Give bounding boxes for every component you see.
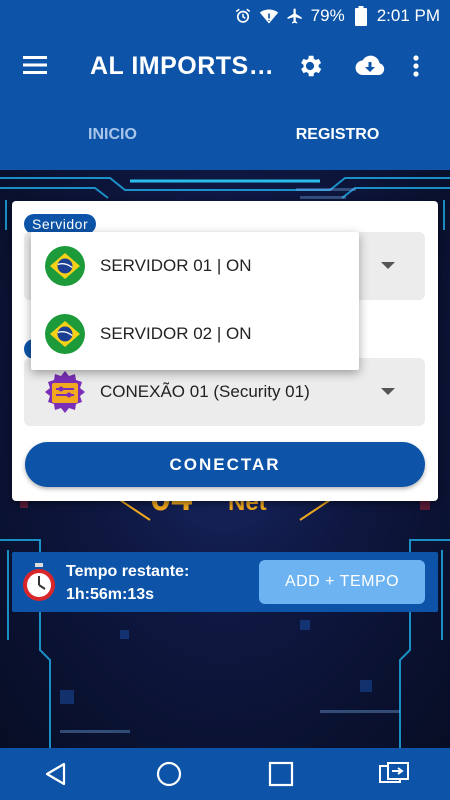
gear-plugin-icon [42, 369, 88, 415]
server-option[interactable]: SERVIDOR 01 | ON [31, 232, 359, 300]
clock: 2:01 PM [376, 6, 440, 25]
status-bar: 79% 2:01 PM [0, 0, 450, 32]
add-time-button[interactable]: ADD + TEMPO [259, 560, 425, 604]
conectar-button[interactable]: CONECTAR [25, 442, 425, 487]
time-remaining-value: 1h:56m:13s [66, 586, 155, 603]
time-remaining-label: Tempo restante: [66, 563, 190, 580]
chevron-down-icon [381, 262, 395, 269]
recents-icon[interactable] [261, 754, 301, 794]
menu-icon[interactable] [22, 52, 48, 78]
battery-icon [351, 6, 371, 26]
tab-inicio[interactable]: INICIO [0, 100, 225, 170]
settings-icon[interactable] [294, 50, 326, 82]
home-icon[interactable] [149, 754, 189, 794]
server-option[interactable]: SERVIDOR 02 | ON [31, 300, 359, 368]
battery-percent: 79% [310, 6, 345, 25]
app-title: AL IMPORTS… [90, 52, 275, 80]
cloud-download-icon[interactable] [354, 50, 386, 82]
stopwatch-icon [20, 562, 58, 602]
more-vert-icon[interactable] [406, 50, 426, 82]
tab-bar: INICIO REGISTRO [0, 100, 450, 170]
airplane-icon [285, 6, 305, 26]
app-bar: AL IMPORTS… [0, 32, 450, 100]
servidor-label: Servidor [24, 214, 97, 234]
brazil-flag-icon [45, 246, 85, 286]
connection-value: CONEXÃO 01 (Security 01) [100, 382, 310, 401]
screen-share-icon[interactable] [374, 754, 414, 794]
server-dropdown: SERVIDOR 01 | ON SERVIDOR 02 | ON [31, 232, 359, 370]
alarm-icon [233, 6, 253, 26]
wifi-icon [259, 6, 279, 26]
tab-registro[interactable]: REGISTRO [225, 100, 450, 170]
system-nav-bar [0, 748, 450, 800]
server-option-label: SERVIDOR 02 | ON [100, 324, 252, 343]
chevron-down-icon [381, 388, 395, 395]
brazil-flag-icon [45, 314, 85, 354]
back-icon[interactable] [36, 754, 76, 794]
server-option-label: SERVIDOR 01 | ON [100, 256, 252, 275]
